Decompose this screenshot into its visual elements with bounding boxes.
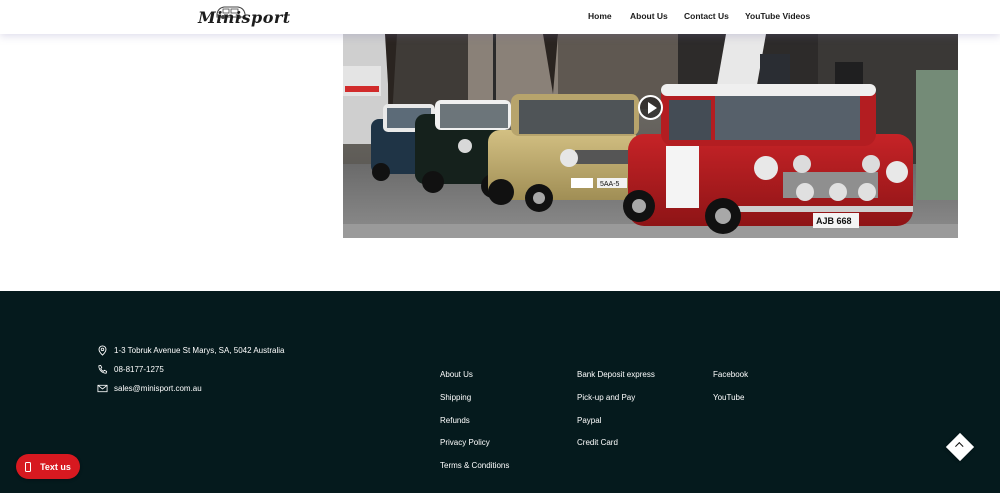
footer-link-credit-card[interactable]: Credit Card [577,438,618,447]
address-text: 1-3 Tobruk Avenue St Marys, SA, 5042 Aus… [114,346,285,355]
site-footer: 1-3 Tobruk Avenue St Marys, SA, 5042 Aus… [0,291,1000,493]
mobile-phone-icon [25,461,32,472]
footer-link-privacy-policy[interactable]: Privacy Policy [440,438,490,447]
footer-link-about-us[interactable]: About Us [440,370,473,379]
phone-text[interactable]: 08-8177-1275 [114,365,164,374]
page: Minisport Home About Us Contact Us YouTu… [0,0,1000,493]
phone-row[interactable]: 08-8177-1275 [97,364,164,375]
footer-link-youtube[interactable]: YouTube [713,393,744,402]
footer-link-terms[interactable]: Terms & Conditions [440,461,509,470]
nav-youtube-videos[interactable]: YouTube Videos [745,11,810,21]
site-logo[interactable]: Minisport [196,4,296,30]
email-row[interactable]: sales@minisport.com.au [97,383,202,394]
rear-plate-text: 5AA-5 [600,181,620,188]
chevron-up-icon [955,442,964,451]
nav-contact-us[interactable]: Contact Us [684,11,729,21]
footer-link-pickup-pay[interactable]: Pick-up and Pay [577,393,635,402]
logo-text: Minisport [198,8,291,27]
nav-home[interactable]: Home [588,11,612,21]
video-thumbnail[interactable]: 5AA-5 AJB 668 [343,34,958,238]
front-plate-text: AJB 668 [816,216,852,226]
text-us-label: Text us [40,461,71,472]
footer-link-paypal[interactable]: Paypal [577,416,601,425]
footer-link-shipping[interactable]: Shipping [440,393,471,402]
phone-icon [98,364,108,374]
address-row: 1-3 Tobruk Avenue St Marys, SA, 5042 Aus… [97,345,284,356]
play-icon[interactable] [638,95,663,120]
footer-link-refunds[interactable]: Refunds [440,416,470,425]
footer-link-facebook[interactable]: Facebook [713,370,748,379]
location-pin-icon [98,345,107,356]
site-header: Minisport Home About Us Contact Us YouTu… [0,0,1000,34]
footer-link-bank-deposit[interactable]: Bank Deposit express [577,370,655,379]
red-mini-car: AJB 668 [623,84,913,234]
email-text[interactable]: sales@minisport.com.au [114,384,202,393]
nav-about-us[interactable]: About Us [630,11,668,21]
classic-minis-photo: 5AA-5 AJB 668 [343,34,958,238]
mail-icon [97,384,108,393]
text-us-button[interactable]: Text us [16,454,80,479]
